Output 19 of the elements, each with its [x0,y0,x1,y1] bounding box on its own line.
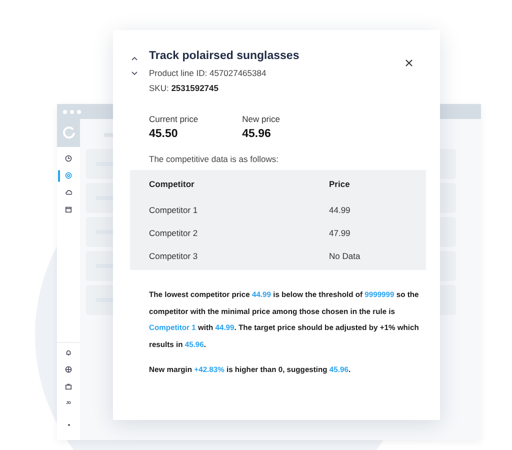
column-header: Price [329,179,350,189]
product-title: Track polairsed sunglasses [149,50,300,64]
table-cell: 44.99 [329,204,350,214]
chevron-down-icon[interactable] [131,71,138,76]
product-line-id: Product line ID: 457027465384 [149,68,268,80]
close-icon[interactable] [405,59,413,67]
table-cell: 47.99 [329,228,350,238]
price-value: 45.50 [149,128,179,140]
sku-text: SKU: 2531592745 [149,83,220,95]
price-label: Current price [149,114,198,124]
column-header: Competitor [148,179,196,189]
table-cell-text: Competitor 3 [148,250,199,260]
table-cell: No Data [329,250,360,260]
intro-text: The competitive data is as follows: [148,153,280,166]
table-cell-text: Competitor 2 [148,228,199,238]
price-label: New price [242,114,280,124]
table-cell-text: Competitor 1 [148,204,199,214]
chevron-up-icon[interactable] [131,56,138,61]
price-value: 45.96 [242,128,272,140]
